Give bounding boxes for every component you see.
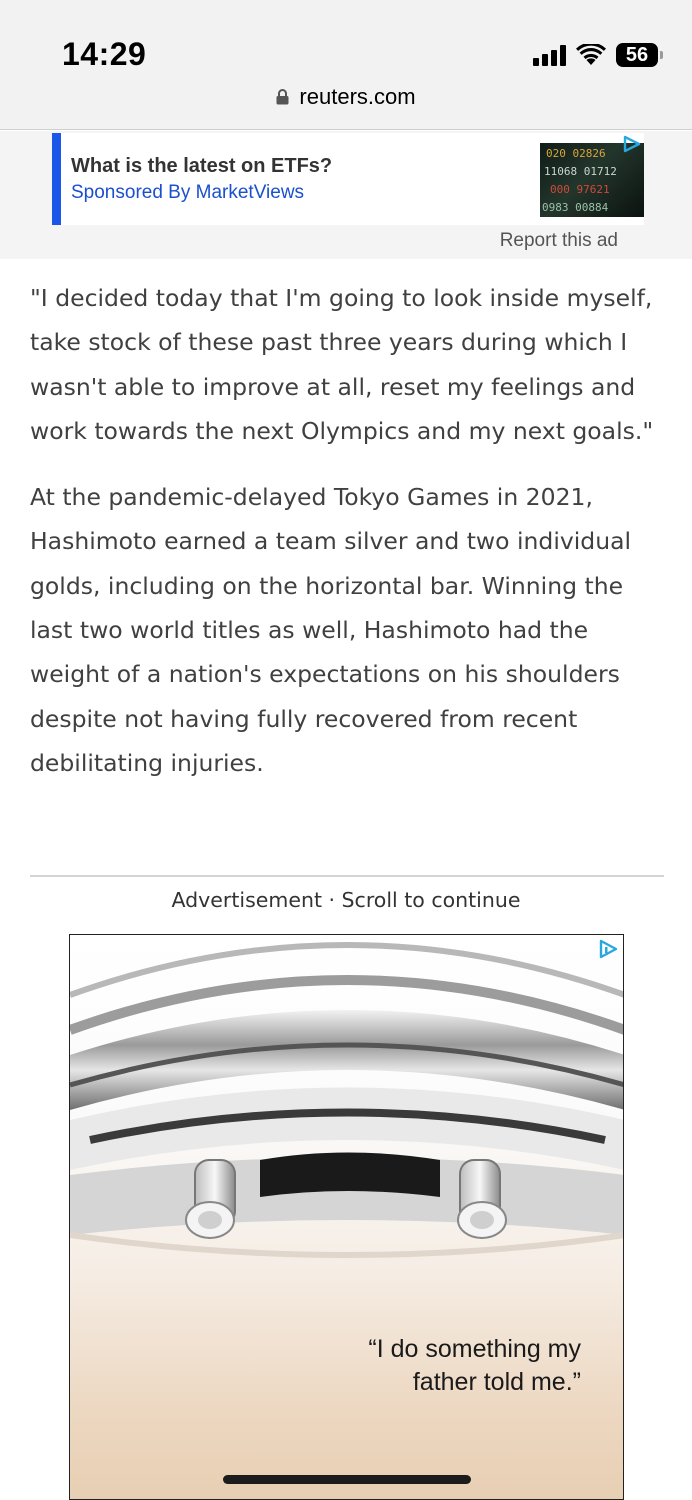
article-paragraph: At the pandemic-delayed Tokyo Games in 2… [30, 483, 632, 777]
address-bar[interactable]: reuters.com [0, 84, 692, 110]
battery-icon: 56 [616, 43, 663, 67]
adchoices-icon[interactable] [622, 135, 642, 153]
top-ad-banner: What is the latest on ETFs? Sponsored By… [0, 131, 692, 259]
ad-thumbnail-image: 020 02826 11068 01712 000 97621 0983 008… [540, 143, 644, 217]
cellular-signal-icon [533, 44, 566, 66]
ad-title: What is the latest on ETFs? [71, 155, 333, 177]
ad-quote-line: father told me.” [412, 1368, 581, 1396]
article-body: "I decided today that I'm going to look … [30, 276, 666, 807]
report-ad-link[interactable]: Report this ad [500, 230, 618, 252]
ad-quote: “I do something my father told me.” [261, 1333, 581, 1399]
lock-icon [276, 85, 289, 105]
advertisement-label: Advertisement · Scroll to continue [171, 888, 521, 912]
inline-advertisement[interactable]: “I do something my father told me.” [69, 934, 624, 1500]
sponsored-ad-card[interactable]: What is the latest on ETFs? Sponsored By… [52, 133, 644, 225]
adchoices-icon[interactable] [597, 939, 619, 959]
ad-sponsor: Sponsored By MarketViews [71, 182, 305, 203]
article-paragraph: "I decided today that I'm going to look … [30, 284, 654, 445]
status-icons: 56 [533, 40, 663, 70]
watch-case-illustration [70, 942, 623, 1258]
ad-quote-line: “I do something my [368, 1335, 581, 1363]
ad-divider [30, 875, 664, 877]
top-chrome: 14:29 56 reuters.com [0, 0, 692, 130]
url-text: reuters.com [299, 84, 416, 109]
status-time: 14:29 [62, 36, 147, 72]
wifi-icon [576, 44, 606, 65]
home-indicator[interactable] [223, 1475, 471, 1484]
